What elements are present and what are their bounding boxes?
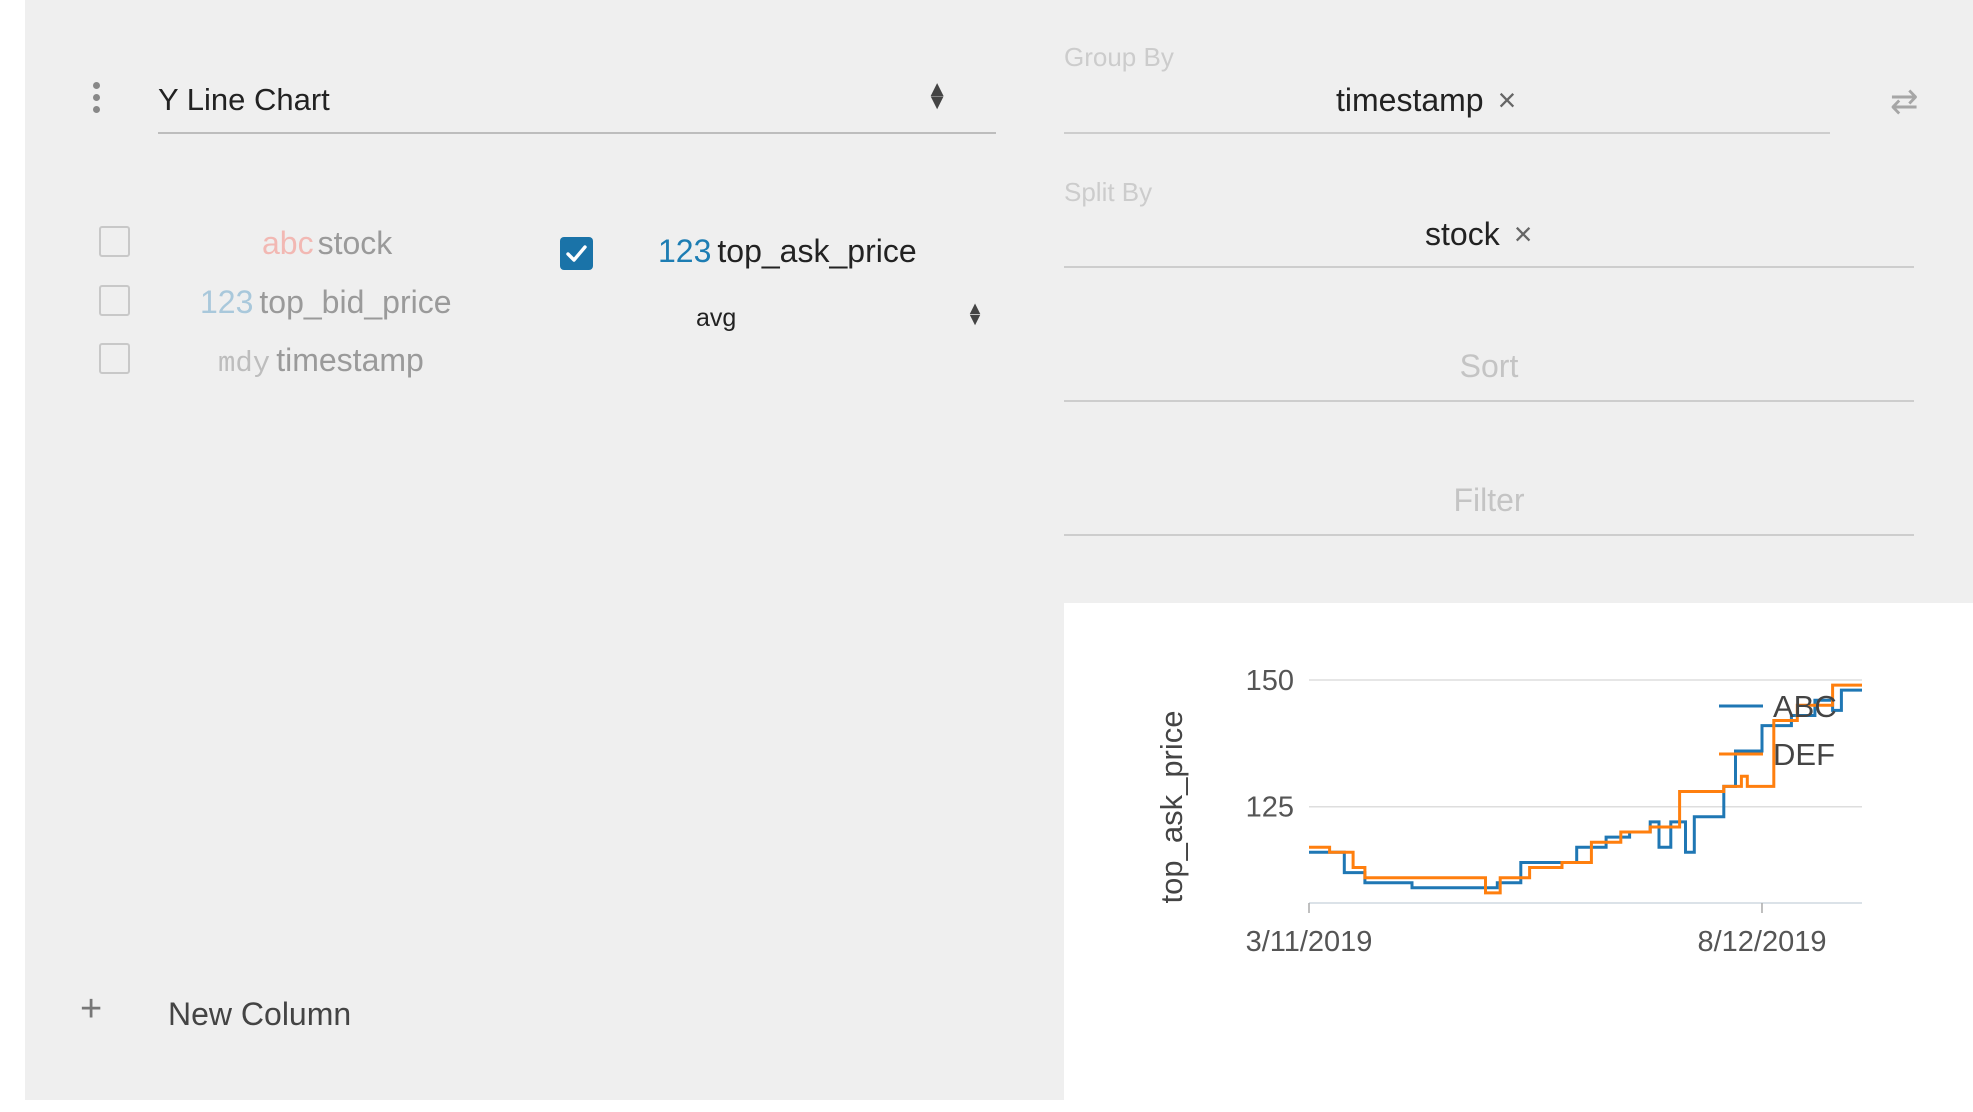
legend-label: DEF — [1773, 737, 1835, 772]
filter-placeholder: Filter — [1453, 482, 1525, 518]
plus-icon[interactable]: + — [80, 988, 102, 1031]
column-checkbox-stock[interactable] — [99, 226, 130, 257]
aggregate-select[interactable]: avg ▲ ▼ — [690, 292, 984, 342]
legend-label: ABC — [1773, 689, 1837, 724]
split-by-field[interactable]: stock × — [1064, 210, 1914, 268]
y-axis-title: top_ask_price — [1154, 710, 1189, 903]
type-badge: 123 — [200, 284, 254, 320]
column-item-timestamp[interactable]: mdy timestamp — [218, 342, 424, 380]
x-tick-label: 8/12/2019 — [1697, 926, 1826, 958]
filter-field[interactable]: Filter — [1064, 478, 1914, 536]
y-tick-label: 150 — [1246, 665, 1294, 697]
sort-field[interactable]: Sort — [1064, 344, 1914, 402]
split-by-pill[interactable]: stock × — [1425, 216, 1532, 253]
perspective-viewer: Y Line Chart ▲ ▼ abc stock 123 top_bid_pric… — [0, 0, 1973, 1112]
column-checkbox-top-ask-price[interactable] — [560, 237, 593, 270]
close-icon[interactable]: × — [1514, 216, 1533, 253]
type-badge: 123 — [658, 233, 712, 269]
check-icon — [566, 245, 587, 262]
column-name: top_bid_price — [259, 284, 452, 320]
plugin-select[interactable]: Y Line Chart ▲ ▼ — [158, 70, 996, 134]
new-column-button[interactable]: New Column — [168, 996, 351, 1033]
sort-placeholder: Sort — [1459, 348, 1519, 384]
y-tick-label: 125 — [1246, 792, 1294, 824]
updown-caret-icon: ▲ ▼ — [966, 298, 984, 329]
column-name: stock — [317, 225, 393, 261]
column-checkbox-top-bid-price[interactable] — [99, 285, 130, 316]
type-badge: mdy — [218, 347, 271, 380]
active-column-top-ask-price[interactable]: 123 top_ask_price — [658, 233, 917, 270]
updown-caret-icon: ▲ ▼ — [926, 76, 948, 114]
column-checkbox-timestamp[interactable] — [99, 343, 130, 374]
split-by-title: Split By — [1064, 177, 1153, 207]
swap-arrows-icon[interactable]: ⇄ — [1890, 82, 1919, 122]
column-item-stock[interactable]: abc stock — [262, 225, 392, 262]
type-badge: abc — [262, 225, 314, 261]
column-settings-panel — [25, 0, 1064, 1100]
column-item-top-bid-price[interactable]: 123 top_bid_price — [200, 284, 452, 321]
group-by-pill[interactable]: timestamp × — [1336, 82, 1516, 119]
split-by-value: stock — [1425, 216, 1500, 252]
plugin-select-value: Y Line Chart — [158, 82, 330, 117]
column-name: top_ask_price — [717, 233, 917, 269]
column-name: timestamp — [276, 342, 424, 378]
close-icon[interactable]: × — [1498, 82, 1517, 119]
vertical-dots-icon[interactable] — [90, 82, 102, 116]
line-chart: 125 150 3/11/2019 8/12/2019 ABC DEF top_ask_… — [1154, 665, 1862, 958]
x-tick-label: 3/11/2019 — [1246, 926, 1373, 958]
aggregate-value: avg — [696, 304, 737, 332]
group-by-title: Group By — [1064, 42, 1174, 72]
group-by-value: timestamp — [1336, 82, 1484, 118]
group-by-field[interactable]: timestamp × — [1064, 76, 1830, 134]
